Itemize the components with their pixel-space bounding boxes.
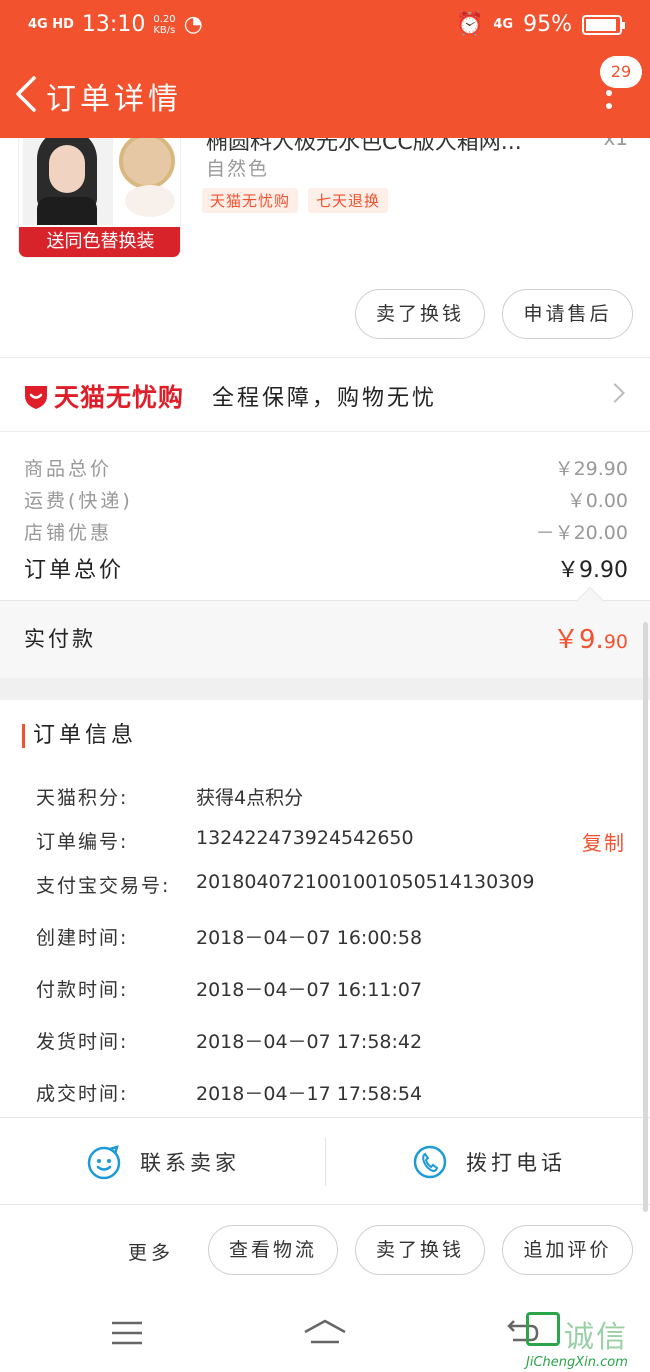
- message-count-badge[interactable]: 29: [600, 56, 642, 88]
- more-menu-icon[interactable]: [606, 90, 612, 116]
- battery-percent: 95%: [523, 12, 572, 37]
- actual-payment-value: ￥9.90: [552, 625, 628, 655]
- chevron-right-icon: [605, 383, 625, 403]
- network-4g: 4G: [493, 16, 514, 32]
- info-label: 成交时间:: [36, 1083, 129, 1105]
- tmall-shield-icon: [25, 386, 47, 409]
- order-total-value: ￥9.90: [557, 558, 628, 583]
- network-speed: 0.20 KB/s: [153, 13, 176, 36]
- info-value: 获得4点积分: [196, 787, 304, 809]
- actual-payment-label: 实付款: [24, 627, 96, 651]
- order-info-title: 订单信息: [22, 724, 137, 748]
- info-label: 天猫积分:: [36, 787, 129, 809]
- scrollbar[interactable]: [643, 622, 648, 1212]
- watermark-text: 诚信: [564, 1320, 628, 1355]
- actual-payment-row: 实付款 ￥9.90: [0, 586, 650, 678]
- bottom-action-bar: 更多 查看物流 卖了换钱 追加评价: [0, 1206, 650, 1294]
- cushion-compact-image: [119, 138, 175, 189]
- info-value: 2018040721001001050514130309: [196, 871, 535, 893]
- resell-button[interactable]: 卖了换钱: [355, 289, 485, 339]
- home-icon[interactable]: [303, 1318, 347, 1346]
- price-value: ￥29.90: [554, 458, 628, 480]
- watermark-logo: 诚信 JiChengXin.com: [526, 1312, 644, 1370]
- info-label: 创建时间:: [36, 927, 129, 949]
- tag-seven-day-return: 七天退换: [308, 188, 389, 213]
- back-arrow-icon[interactable]: [10, 72, 42, 116]
- after-sale-button[interactable]: 申请售后: [502, 289, 633, 339]
- alarm-icon: ⏰: [455, 12, 484, 37]
- watermark-url: JiChengXin.com: [526, 1355, 628, 1370]
- tag-tmall-worry-free: 天猫无忧购: [202, 188, 299, 213]
- signal-strength: 4G HD: [28, 16, 74, 32]
- contact-seller-button[interactable]: 联系卖家: [86, 1144, 240, 1180]
- chat-bubble-icon: [87, 1145, 121, 1180]
- page-title: 订单详情: [46, 82, 182, 117]
- info-value: 2018－04－07 17:58:42: [196, 1031, 423, 1053]
- resell-button-bottom[interactable]: 卖了换钱: [355, 1225, 485, 1275]
- product-spec: 自然色: [206, 158, 270, 180]
- price-value: －￥20.00: [535, 522, 628, 544]
- info-label: 付款时间:: [36, 979, 129, 1001]
- product-quantity: x1: [603, 138, 628, 150]
- info-label: 发货时间:: [36, 1031, 129, 1053]
- gift-caption: 送同色替换装: [19, 227, 180, 257]
- call-phone-button[interactable]: 拨打电话: [412, 1144, 566, 1180]
- info-label: 支付宝交易号:: [36, 875, 171, 897]
- battery-icon: [582, 14, 625, 35]
- call-phone-label: 拨打电话: [466, 1151, 566, 1175]
- tmall-guarantee-row[interactable]: 天猫无忧购 全程保障，购物无忧: [0, 357, 650, 432]
- clock: 13:10: [81, 12, 146, 37]
- phone-icon: [413, 1145, 447, 1179]
- order-number[interactable]: 132422473924542650: [196, 827, 414, 849]
- tmall-brand-label: 天猫无忧购: [54, 383, 185, 412]
- price-value: ￥0.00: [566, 490, 628, 512]
- more-button[interactable]: 更多: [128, 1238, 174, 1265]
- guarantee-text: 全程保障，购物无忧: [212, 386, 438, 411]
- product-image[interactable]: 送同色替换装: [18, 138, 181, 258]
- price-label: 店铺优惠: [24, 522, 113, 544]
- copy-button[interactable]: 复制: [582, 827, 626, 856]
- info-value: 2018－04－07 16:11:07: [196, 979, 423, 1001]
- contact-seller-label: 联系卖家: [140, 1151, 240, 1175]
- info-value: 2018－04－17 17:58:54: [196, 1083, 423, 1105]
- order-total-label: 订单总价: [24, 558, 125, 583]
- nav-bar: 订单详情 29: [0, 50, 650, 138]
- status-bar: 4G HD 13:10 0.20 KB/s ◔ ⏰ 4G 95%: [0, 0, 650, 50]
- menu-icon[interactable]: [110, 1320, 144, 1346]
- contact-bar: 联系卖家 拨打电话: [0, 1117, 650, 1205]
- notification-icon: ◔: [183, 12, 203, 37]
- info-label: 订单编号:: [36, 831, 129, 853]
- product-card[interactable]: 送同色替换装 椭圆料人极光水色CC版人箱网... x1 自然色 天猫无忧购 七天…: [0, 138, 650, 273]
- price-label: 商品总价: [24, 458, 113, 480]
- price-label: 运费(快递): [24, 490, 133, 512]
- info-value: 2018－04－07 16:00:58: [196, 927, 423, 949]
- system-nav-bar: 诚信 JiChengXin.com: [0, 1294, 650, 1372]
- view-logistics-button[interactable]: 查看物流: [208, 1225, 338, 1275]
- add-review-button[interactable]: 追加评价: [502, 1225, 633, 1275]
